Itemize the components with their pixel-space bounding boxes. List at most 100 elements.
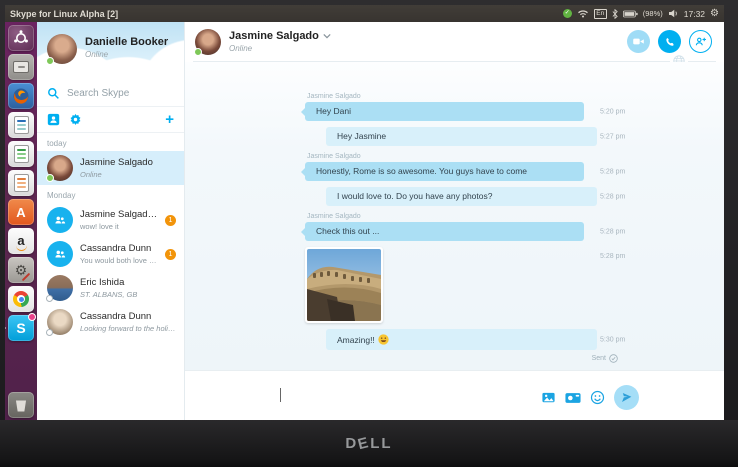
calc-doc-icon (13, 145, 29, 163)
message-sender-label: Jasmine Salgado (307, 153, 361, 160)
send-plane-icon (622, 393, 632, 402)
system-tray: ✓ En (98%) 17:32 ⚙ (562, 8, 719, 19)
conversation-name: Cassandra Dunn (80, 243, 152, 255)
avatar (46, 309, 73, 336)
conversation-name: Jasmine Salgado (80, 157, 153, 169)
conversation-item[interactable]: Cassandra Dunn Looking forward to the hol… (37, 305, 184, 339)
clock[interactable]: 17:32 (684, 9, 705, 19)
launcher-item-system-settings[interactable]: ⚙ (8, 257, 34, 283)
conversation-item[interactable]: Jasmine Salgado, Cassan...wow! love it 1 (37, 203, 184, 237)
group-avatar-icon (55, 216, 66, 224)
avatar[interactable] (46, 34, 77, 65)
conversation-name: Jasmine Salgado, Cassan... (80, 209, 158, 221)
profile-header[interactable]: Danielle Booker Online (37, 22, 184, 80)
message-timestamp: 5:20 pm (600, 108, 626, 115)
search-input[interactable]: Search Skype (37, 80, 184, 106)
incoming-message-bubble: Hey Dani (301, 102, 584, 121)
skype-window: Danielle Booker Online Search Skype + to… (37, 22, 724, 420)
sidebar-actions: + (37, 107, 184, 132)
battery-percent: (98%) (642, 9, 663, 18)
launcher-item-ubuntu-software[interactable]: A (8, 199, 34, 225)
launcher-item-libreoffice-writer[interactable] (8, 112, 34, 138)
ubuntu-menubar: Skype for Linux Alpha [2] ✓ En (98%) 17:… (5, 5, 724, 22)
profile-status: Online (85, 50, 109, 59)
launcher-item-ubuntu-dash[interactable] (8, 25, 34, 51)
window-title: Skype for Linux Alpha [2] (10, 8, 119, 19)
voice-call-button[interactable] (658, 30, 681, 53)
search-placeholder: Search Skype (67, 88, 130, 99)
message-row: I would love to. Do you have any photos?… (305, 187, 724, 206)
launcher-item-libreoffice-impress[interactable] (8, 170, 34, 196)
laptop-bezel: Skype for Linux Alpha [2] ✓ En (98%) 17:… (0, 0, 738, 467)
send-button[interactable] (614, 385, 639, 410)
add-participant-button[interactable] (689, 30, 712, 53)
bluetooth-icon[interactable] (612, 8, 618, 19)
photo-message[interactable] (305, 247, 383, 323)
avatar (47, 207, 73, 233)
keyboard-layout-indicator[interactable]: En (593, 8, 607, 19)
files-icon (13, 61, 29, 73)
chat-avatar[interactable] (194, 28, 221, 56)
settings-gear-icon[interactable] (69, 113, 82, 126)
battery-icon[interactable] (622, 10, 638, 18)
presence-offline-badge (46, 329, 53, 336)
grinning-face-emoji (378, 334, 389, 345)
add-contact-plus-icon[interactable]: + (165, 112, 174, 127)
conversation-item[interactable]: Eric Ishida ST. ALBANS, GB (37, 271, 184, 305)
chevron-down-icon[interactable] (323, 33, 331, 39)
emoticon-picker-icon[interactable] (590, 390, 605, 405)
outgoing-message-bubble: Amazing!! (326, 329, 597, 350)
message-input[interactable] (265, 371, 564, 420)
launcher-item-trash[interactable] (8, 392, 34, 418)
message-sender-label: Jasmine Salgado (307, 213, 361, 220)
message-row: Honestly, Rome is so awesome. You guys h… (301, 162, 724, 181)
avatar (47, 241, 73, 267)
outgoing-message-bubble: Hey Jasmine (326, 127, 597, 146)
sent-check-icon (609, 354, 618, 363)
conversation-item[interactable]: Cassandra DunnYou would both love it her… (37, 237, 184, 271)
message-row: Amazing!! 5:30 pm (305, 329, 724, 350)
desktop: Aa ⚙ S Danielle Booker Online Search Sky… (5, 22, 724, 420)
skype-status-tray-icon[interactable]: ✓ (562, 9, 572, 18)
ubuntu-logo-icon (14, 30, 28, 43)
avatar (46, 155, 73, 182)
launcher-item-files[interactable] (8, 54, 34, 80)
unity-launcher: Aa ⚙ S (5, 22, 37, 420)
launcher-notification-badge (28, 313, 36, 321)
launcher-item-skype[interactable]: S (5, 313, 36, 341)
unread-count-badge: 1 (165, 214, 176, 226)
message-timestamp: 5:28 pm (600, 228, 626, 235)
presence-online-badge (46, 57, 54, 65)
chat-panel: Jasmine Salgado Online Jasmine Salgado H… (185, 22, 724, 420)
message-timestamp: 5:28 pm (600, 193, 626, 200)
running-app-marker (5, 324, 6, 332)
skype-sidebar: Danielle Booker Online Search Skype + to… (37, 22, 185, 420)
presence-online-badge (194, 47, 202, 56)
message-sender-label: Jasmine Salgado (307, 93, 361, 100)
conversation-preview: Looking forward to the holidays (80, 323, 178, 333)
conversation-item[interactable]: Jasmine Salgado Online (37, 151, 184, 185)
launcher-item-firefox[interactable] (8, 83, 34, 109)
colosseum-photo[interactable] (307, 249, 381, 321)
presence-offline-badge (46, 295, 53, 302)
video-message-icon[interactable] (565, 392, 581, 404)
section-label: today (47, 139, 67, 148)
presence-online-badge (46, 174, 54, 182)
video-camera-icon (633, 38, 644, 45)
chat-header: Jasmine Salgado Online (185, 22, 724, 61)
session-menu-gear-icon[interactable]: ⚙ (710, 8, 719, 19)
conversation-preview: You would both love it here - we're havi… (80, 255, 158, 265)
contacts-icon[interactable] (47, 113, 60, 126)
video-call-button[interactable] (627, 30, 650, 53)
wifi-icon[interactable] (577, 9, 589, 18)
volume-icon[interactable] (668, 9, 679, 18)
phone-icon (665, 37, 674, 46)
launcher-item-amazon[interactable]: a (8, 228, 34, 254)
conversation-name: Eric Ishida (80, 277, 125, 289)
message-row: Hey Jasmine 5:27 pm (305, 127, 724, 146)
incoming-message-bubble: Check this out ... (301, 222, 584, 241)
launcher-item-chrome[interactable] (8, 286, 34, 312)
send-photo-icon[interactable] (541, 390, 556, 405)
launcher-item-libreoffice-calc[interactable] (8, 141, 34, 167)
message-timestamp: 5:28 pm (600, 253, 626, 260)
